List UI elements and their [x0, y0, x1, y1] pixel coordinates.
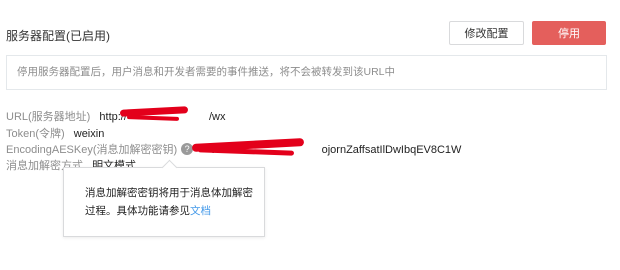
help-tooltip: 消息加解密密钥将用于消息体加解密过程。具体功能请参见文档	[63, 159, 265, 237]
docs-link[interactable]: 文档	[190, 205, 211, 217]
stop-button[interactable]: 停用	[532, 21, 606, 45]
tooltip-arrow	[161, 159, 178, 176]
aes-value-suffix: ojornZaffsatIlDwIbqEV8C1W	[321, 144, 462, 156]
aes-label: EncodingAESKey(消息加解密密钥)	[6, 144, 178, 156]
notice-text: 停用服务器配置后，用户消息和开发者需要的事件推送，将不会被转发到该URL中	[17, 66, 396, 78]
section-title: 服务器配置(已启用)	[6, 29, 110, 43]
url-label: URL(服务器地址)	[6, 111, 91, 123]
token-row: Token(令牌) weixin	[6, 125, 104, 141]
token-value: weixin	[73, 128, 105, 140]
token-label: Token(令牌)	[6, 128, 65, 140]
modify-config-button[interactable]: 修改配置	[449, 21, 524, 45]
url-row: URL(服务器地址) http:///wx	[6, 108, 225, 124]
url-suffix: /wx	[208, 111, 226, 123]
tooltip-text: 消息加解密密钥将用于消息体加解密过程。具体功能请参见	[85, 187, 253, 217]
notice-box: 停用服务器配置后，用户消息和开发者需要的事件推送，将不会被转发到该URL中	[6, 55, 607, 90]
